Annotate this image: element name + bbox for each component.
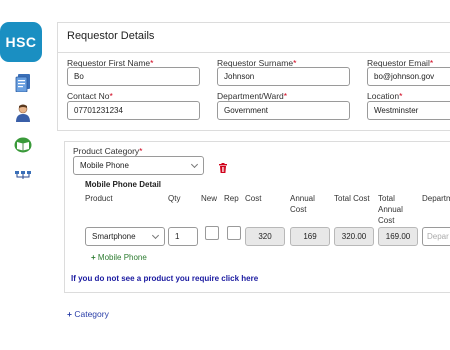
email-field[interactable]: bo@johnson.gov (367, 67, 450, 86)
product-select-value: Smartphone (92, 232, 136, 241)
book-icon[interactable] (13, 135, 33, 155)
product-panel-bottom-border (64, 292, 450, 293)
product-panel-left-border (64, 141, 65, 292)
surname-field[interactable]: Johnson (217, 67, 350, 86)
total-cost-field: 320.00 (334, 227, 374, 246)
user-icon[interactable] (13, 103, 33, 123)
new-checkbox[interactable] (205, 226, 219, 240)
contact-field[interactable]: 07701231234 (67, 101, 200, 120)
department-field[interactable]: Government (217, 101, 350, 120)
department-input[interactable]: Depar (422, 227, 450, 246)
sidebar: HSC (0, 0, 45, 350)
annual-cost-field: 169 (290, 227, 330, 246)
panel-header-divider (57, 52, 450, 53)
column-header-qty: Qty (168, 194, 181, 203)
chevron-down-icon (190, 160, 199, 169)
chevron-down-icon (151, 231, 160, 240)
column-header-total-cost: Total Cost (334, 194, 370, 203)
department-label: Department/Ward* (217, 91, 288, 101)
product-category-label: Product Category* (73, 146, 143, 156)
location-label: Location* (367, 91, 403, 101)
column-header-department: Departm (422, 194, 450, 203)
location-field[interactable]: Westminster (367, 101, 450, 120)
plus-icon: + (67, 309, 72, 319)
product-category-value: Mobile Phone (80, 161, 129, 170)
column-header-cost: Cost (245, 194, 262, 203)
hsc-logo: HSC (0, 22, 42, 62)
product-panel-top-border (64, 141, 450, 142)
plus-icon: + (91, 253, 96, 262)
page-title: Requestor Details (67, 30, 155, 42)
panel-top-border (57, 22, 450, 23)
column-header-new: New (201, 194, 218, 203)
product-not-found-link[interactable]: If you do not see a product you require … (71, 274, 258, 283)
column-header-rep: Rep (224, 194, 239, 203)
column-header-product: Product (85, 194, 113, 203)
add-mobile-phone-link[interactable]: + Mobile Phone (91, 253, 147, 262)
column-header-annual-cost: Annual Cost (290, 194, 315, 214)
total-annual-cost-field: 169.00 (378, 227, 418, 246)
add-category-link[interactable]: + Category (67, 309, 109, 319)
main-content: Requestor Details Requestor First Name* … (57, 0, 450, 350)
qty-field[interactable]: 1 (168, 227, 198, 246)
contact-label: Contact No* (67, 91, 113, 101)
column-header-total-annual-cost: Total Annual Cost (378, 194, 403, 225)
trash-icon[interactable] (219, 160, 227, 173)
product-select[interactable]: Smartphone (85, 227, 165, 246)
rep-checkbox[interactable] (227, 226, 241, 240)
cost-field: 320 (245, 227, 285, 246)
mobile-phone-detail-heading: Mobile Phone Detail (85, 180, 162, 189)
product-category-select[interactable]: Mobile Phone (73, 156, 204, 175)
network-icon[interactable] (13, 165, 33, 185)
document-icon[interactable] (13, 73, 33, 93)
panel-bottom-border (57, 130, 450, 131)
first-name-field[interactable]: Bo (67, 67, 200, 86)
panel-left-border (57, 22, 58, 130)
